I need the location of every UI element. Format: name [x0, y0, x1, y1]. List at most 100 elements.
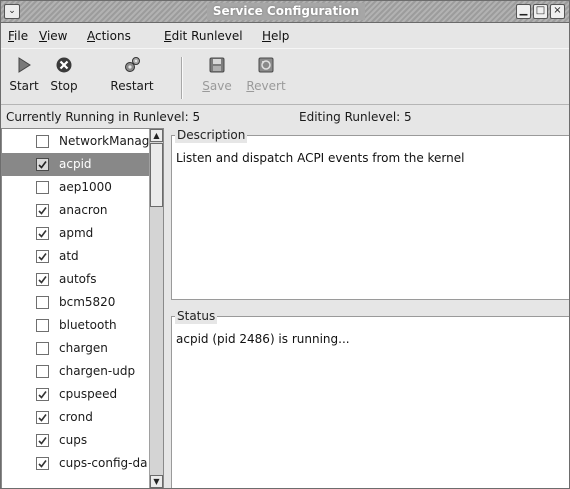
save-button[interactable]: Save [197, 55, 237, 101]
service-row[interactable]: chargen [2, 337, 149, 360]
minimize-button[interactable]: ▁ [516, 4, 531, 19]
revert-button[interactable]: Revert [242, 55, 290, 101]
service-name: apmd [59, 226, 94, 240]
checkmark-icon [38, 437, 47, 445]
checkbox-checked[interactable] [36, 273, 49, 286]
checkbox-unchecked[interactable] [36, 342, 49, 355]
checkbox-unchecked[interactable] [36, 365, 49, 378]
toolbar: Start Stop Restart Save Revert [1, 48, 569, 105]
start-button[interactable]: Start [7, 55, 41, 101]
service-row[interactable]: cpuspeed [2, 383, 149, 406]
service-configuration-window: ⌄ Service Configuration ▁ □ × File View … [0, 0, 570, 489]
save-button-label: Save [197, 79, 237, 93]
description-frame: Listen and dispatch ACPI events from the… [167, 128, 569, 300]
close-button[interactable]: × [550, 4, 565, 19]
restart-button[interactable]: Restart [87, 55, 177, 101]
checkmark-icon [38, 460, 47, 468]
description-box: Listen and dispatch ACPI events from the… [171, 135, 569, 300]
status-frame: acpid (pid 2486) is running... Status [167, 309, 569, 488]
revert-icon [258, 57, 274, 73]
scroll-up-arrow[interactable]: ▲ [150, 129, 163, 142]
stop-button-label: Stop [50, 79, 78, 93]
service-row[interactable]: aep1000 [2, 176, 149, 199]
service-list[interactable]: NetworkManag acpid aep1000 anacron apmd atd au… [1, 128, 164, 488]
checkbox-checked[interactable] [36, 434, 49, 447]
menu-actions-label: ctions [95, 29, 131, 43]
status-label: Status [175, 309, 218, 324]
checkbox-unchecked[interactable] [36, 319, 49, 332]
stop-circle-icon [56, 57, 72, 73]
checkmark-icon [38, 230, 47, 238]
service-name: bcm5820 [59, 295, 116, 309]
runlevel-status-line: Currently Running in Runlevel: 5 Editing… [1, 107, 569, 127]
checkbox-checked[interactable] [36, 158, 49, 171]
service-row[interactable]: autofs [2, 268, 149, 291]
service-row[interactable]: atd [2, 245, 149, 268]
service-name: cpuspeed [59, 387, 118, 401]
service-name: autofs [59, 272, 97, 286]
restart-gears-icon [125, 57, 140, 72]
menu-actions[interactable]: Actions [87, 28, 131, 44]
service-row[interactable]: apmd [2, 222, 149, 245]
checkmark-icon [38, 253, 47, 261]
current-runlevel-text: Currently Running in Runlevel: 5 [6, 110, 201, 124]
menu-view-label: iew [46, 29, 68, 43]
menu-help-mnemonic: H [262, 29, 272, 43]
window-title: Service Configuration [206, 3, 366, 20]
restart-button-label: Restart [110, 79, 154, 93]
title-bar[interactable]: ⌄ Service Configuration ▁ □ × [1, 1, 569, 23]
save-disk-icon [209, 57, 225, 73]
service-name: atd [59, 249, 79, 263]
service-row[interactable]: anacron [2, 199, 149, 222]
toolbar-separator [181, 57, 183, 99]
service-row[interactable]: acpid [2, 153, 149, 176]
checkbox-checked[interactable] [36, 250, 49, 263]
menu-edit-runlevel-mnemonic: E [164, 29, 172, 43]
checkmark-icon [38, 414, 47, 422]
service-row[interactable]: bcm5820 [2, 291, 149, 314]
service-row[interactable]: bluetooth [2, 314, 149, 337]
menu-view-mnemonic: V [39, 29, 47, 43]
service-row[interactable]: cups [2, 429, 149, 452]
save-label-rest: ave [209, 79, 232, 93]
menu-help[interactable]: Help [262, 28, 289, 44]
checkmark-icon [38, 391, 47, 399]
checkbox-unchecked[interactable] [36, 296, 49, 309]
menu-edit-runlevel-label: dit Runlevel [171, 29, 243, 43]
menu-file-label: ile [14, 29, 29, 43]
scroll-thumb[interactable] [150, 143, 163, 207]
checkbox-checked[interactable] [36, 227, 49, 240]
menu-file[interactable]: File [8, 28, 28, 44]
window-menu-button[interactable]: ⌄ [4, 4, 20, 19]
maximize-button[interactable]: □ [533, 4, 548, 19]
save-mnemonic: S [202, 79, 210, 93]
checkbox-unchecked[interactable] [36, 135, 49, 148]
checkbox-unchecked[interactable] [36, 181, 49, 194]
window-title-container: Service Configuration [176, 3, 396, 20]
service-row[interactable]: NetworkManag [2, 130, 149, 153]
service-name: acpid [59, 157, 92, 171]
scroll-down-arrow[interactable]: ▼ [150, 475, 163, 488]
checkbox-checked[interactable] [36, 204, 49, 217]
checkbox-checked[interactable] [36, 388, 49, 401]
service-name: aep1000 [59, 180, 112, 194]
menu-view[interactable]: View [39, 28, 67, 44]
service-list-scrollbar[interactable]: ▲ ▼ [149, 129, 163, 488]
status-text: acpid (pid 2486) is running... [176, 332, 350, 346]
description-text: Listen and dispatch ACPI events from the… [176, 151, 465, 165]
stop-button[interactable]: Stop [44, 55, 84, 101]
service-name: chargen [59, 341, 108, 355]
service-row[interactable]: cups-config-da [2, 452, 149, 475]
service-row[interactable]: chargen-udp [2, 360, 149, 383]
service-name: NetworkManag [59, 134, 149, 148]
service-row[interactable]: crond [2, 406, 149, 429]
play-icon [18, 57, 31, 73]
checkbox-checked[interactable] [36, 411, 49, 424]
service-name: anacron [59, 203, 108, 217]
menu-actions-mnemonic: A [87, 29, 95, 43]
menu-edit-runlevel[interactable]: Edit Runlevel [164, 28, 243, 44]
checkmark-icon [38, 207, 47, 215]
description-label: Description [175, 128, 248, 143]
checkbox-checked[interactable] [36, 457, 49, 470]
start-button-label: Start [9, 79, 39, 93]
